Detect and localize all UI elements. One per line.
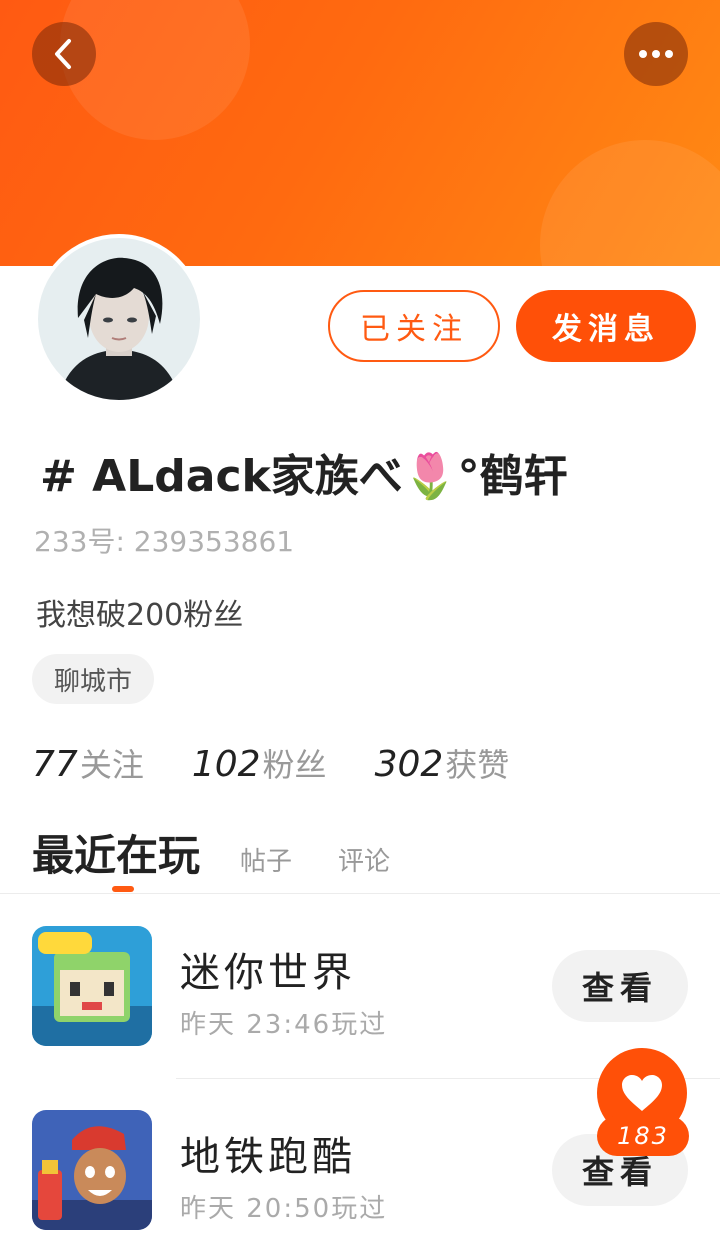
active-tab-indicator <box>112 886 134 892</box>
tab-recently-played[interactable]: 最近在玩 <box>32 822 200 883</box>
stat-likes[interactable]: 302 获赞 <box>375 740 510 786</box>
stat-followers[interactable]: 102 粉丝 <box>192 740 327 786</box>
stat-label: 粉丝 <box>262 746 327 784</box>
follow-button[interactable]: 已关注 <box>328 290 500 362</box>
view-button[interactable]: 查看 <box>552 950 688 1022</box>
divider <box>0 893 720 894</box>
user-name: # ALdack家族べ🌷°鹤轩 <box>40 451 568 502</box>
tab-posts[interactable]: 帖子 <box>240 841 292 878</box>
subway-surfers-game-icon <box>32 1110 152 1230</box>
back-button[interactable] <box>32 22 96 86</box>
stat-following[interactable]: 77 关注 <box>32 740 144 786</box>
profile-banner <box>0 0 720 266</box>
mini-world-game-icon <box>32 926 152 1046</box>
avatar[interactable] <box>34 234 204 404</box>
city-tag: 聊城市 <box>32 654 155 704</box>
list-item[interactable]: 迷你世界 昨天 23:46玩过 查看 <box>0 926 720 1076</box>
stat-label: 获赞 <box>445 746 510 784</box>
tab-comments[interactable]: 评论 <box>338 841 390 878</box>
stat-value: 302 <box>374 744 444 785</box>
banner-decoration <box>540 140 720 266</box>
user-bio: 我想破200粉丝 <box>36 598 244 633</box>
game-name: 迷你世界 <box>180 950 356 996</box>
game-name: 地铁跑酷 <box>180 1134 356 1180</box>
more-button[interactable] <box>624 22 688 86</box>
profile-tabs: 最近在玩 帖子 评论 <box>32 822 436 883</box>
more-dots-icon <box>639 50 673 58</box>
chevron-left-icon <box>55 39 71 69</box>
avatar-image <box>38 238 200 400</box>
stat-value: 77 <box>32 744 78 785</box>
user-id: 233号: 239353861 <box>34 525 295 558</box>
game-last-played: 昨天 23:46玩过 <box>180 1010 388 1040</box>
game-last-played: 昨天 20:50玩过 <box>180 1194 388 1224</box>
send-message-button[interactable]: 发消息 <box>516 290 696 362</box>
like-count-badge: 183 <box>597 1116 689 1156</box>
stat-label: 关注 <box>79 746 144 784</box>
profile-stats: 77 关注 102 粉丝 302 获赞 <box>32 740 557 796</box>
heart-icon <box>622 1075 662 1111</box>
stat-value: 102 <box>191 744 261 785</box>
